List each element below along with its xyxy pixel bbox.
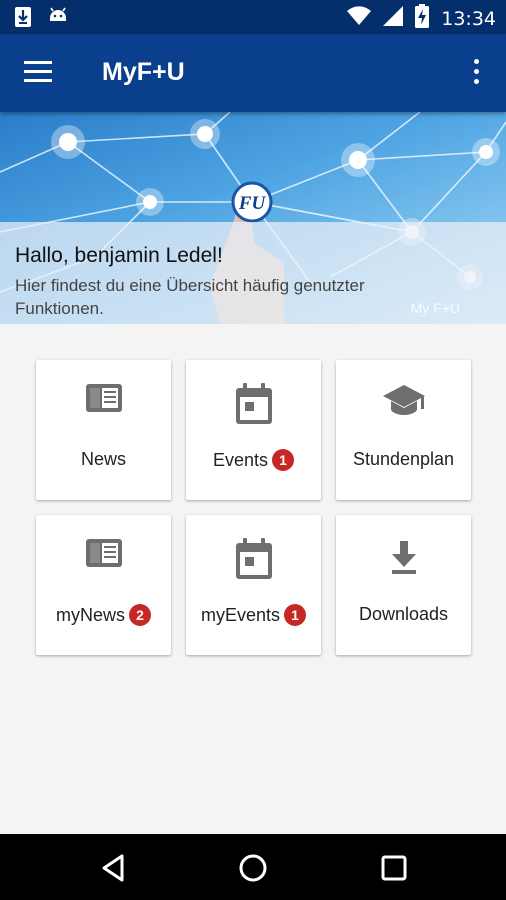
newspaper-icon [36, 382, 171, 426]
notification-badge: 1 [284, 604, 307, 626]
calendar-icon [186, 382, 321, 426]
tile-news[interactable]: News [36, 360, 171, 500]
tile-downloads[interactable]: Downloads [336, 515, 471, 655]
app-title: MyF+U [102, 58, 185, 86]
home-icon[interactable] [235, 850, 271, 886]
banner-subtext: Hier findest du eine Übersicht häufig ge… [15, 276, 365, 318]
battery-charging-icon [415, 4, 430, 33]
tile-label: myNews [55, 605, 125, 625]
android-icon [48, 6, 68, 33]
tile-label: News [80, 449, 126, 469]
tile-label: Events [212, 450, 269, 470]
download-notification-icon [14, 6, 32, 33]
wifi-icon [347, 6, 372, 31]
tile-events[interactable]: Events 1 [186, 360, 321, 500]
tile-stundenplan[interactable]: Stundenplan [336, 360, 471, 500]
notification-badge: 1 [272, 449, 295, 471]
tile-myevents[interactable]: myEvents 1 [186, 515, 321, 655]
tile-mynews[interactable]: myNews 2 [36, 515, 171, 655]
banner-watermark: My F+U [410, 300, 460, 316]
download-icon [336, 537, 471, 581]
more-vert-icon[interactable] [466, 59, 486, 89]
back-icon[interactable] [96, 850, 132, 886]
system-nav-bar [0, 834, 506, 900]
tile-label: Downloads [358, 604, 449, 624]
tile-label: Stundenplan [352, 449, 455, 469]
notification-badge: 2 [129, 604, 151, 626]
calendar-icon [186, 537, 321, 581]
fu-logo: FU [238, 193, 267, 214]
recents-icon[interactable] [376, 850, 412, 886]
status-bar: 13:34 [0, 0, 506, 34]
app-bar: MyF+U [0, 34, 506, 112]
school-icon [336, 382, 471, 426]
welcome-banner: FU Hallo, benjamin Ledel! Hier findest d… [0, 112, 506, 324]
tile-label: myEvents [200, 605, 281, 625]
signal-icon [383, 6, 404, 31]
menu-icon[interactable] [24, 61, 56, 87]
greeting-text: Hallo, benjamin Ledel! [15, 244, 223, 267]
clock: 13:34 [441, 7, 496, 30]
newspaper-icon [36, 537, 171, 581]
